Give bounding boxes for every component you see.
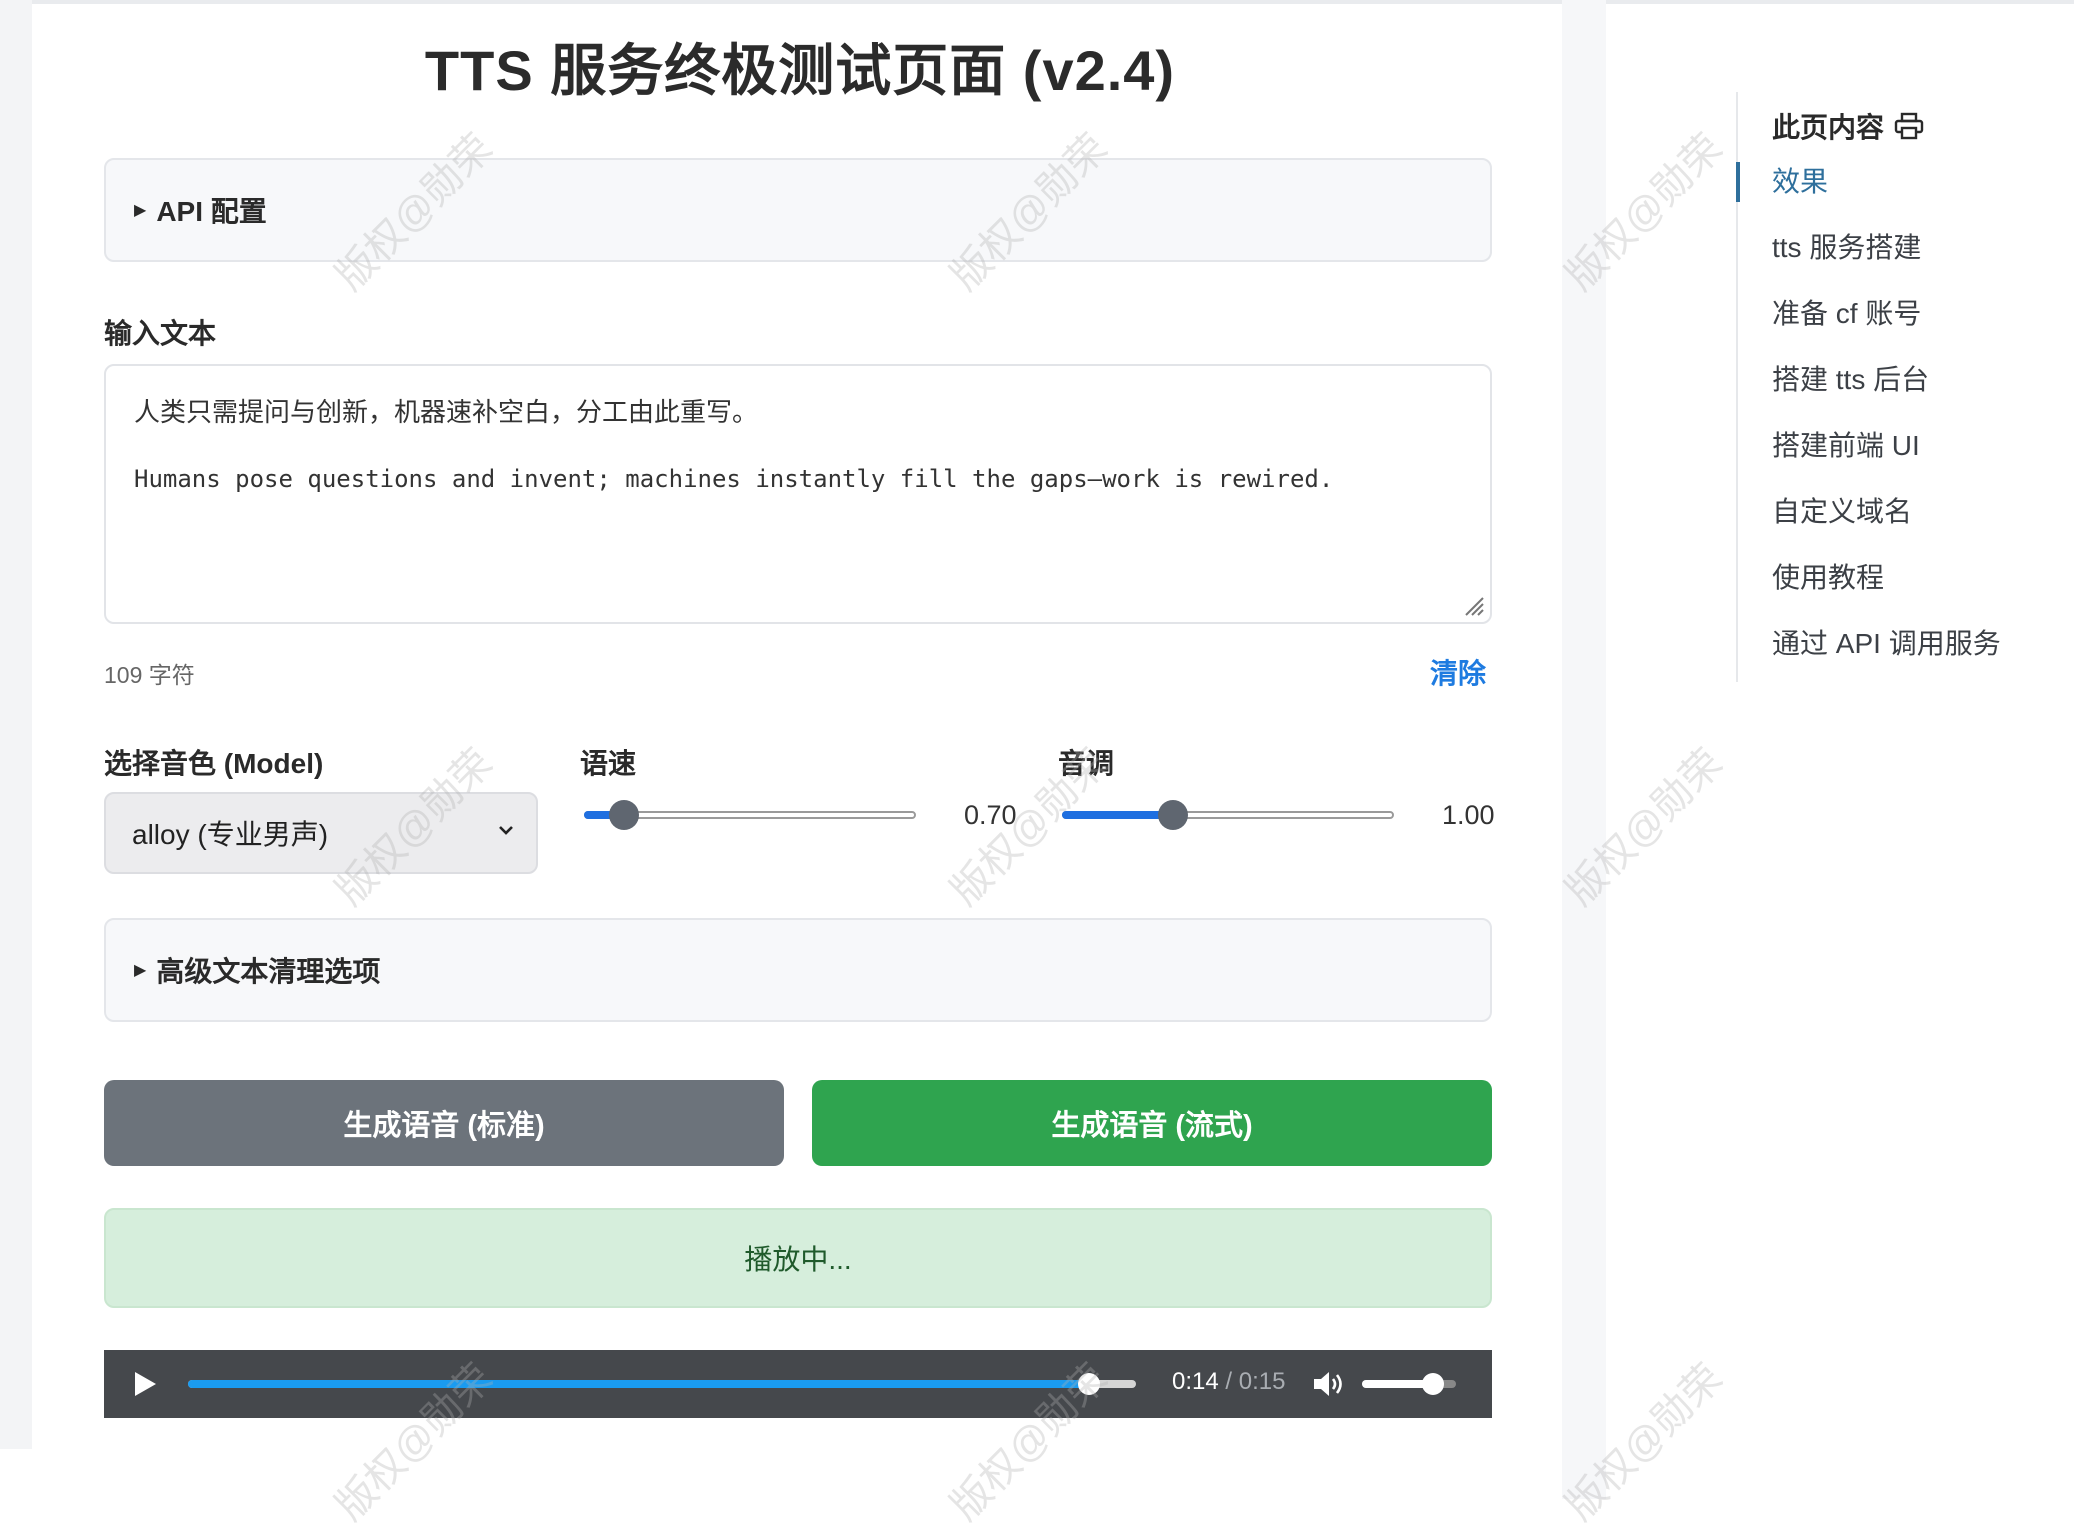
chevron-down-icon [499, 826, 513, 835]
advanced-options-label: 高级文本清理选项 [156, 956, 381, 987]
expand-triangle-icon: ▶ [134, 962, 147, 979]
audio-time-separator: / [1218, 1368, 1239, 1395]
pitch-label: 音调 [1058, 748, 1115, 779]
toc-item-tts-backend[interactable]: 搭建 tts 后台 [1738, 360, 2001, 426]
input-text-label: 输入文本 [104, 318, 217, 349]
audio-progress-bar[interactable] [188, 1373, 1136, 1395]
resize-handle-icon[interactable] [1462, 594, 1484, 616]
speed-value: 0.70 [964, 800, 1017, 830]
voice-select-value: alloy (专业男声) [132, 819, 329, 850]
clear-button[interactable]: 清除 [1430, 652, 1486, 692]
toc-item-label: 搭建 tts 后台 [1772, 364, 1930, 395]
voice-label: 选择音色 (Model) [104, 748, 324, 779]
expand-triangle-icon: ▶ [134, 202, 147, 219]
api-config-toggle[interactable]: ▶ API 配置 [104, 158, 1492, 262]
toc-title: 此页内容 [1772, 106, 1924, 146]
toc-title-text: 此页内容 [1772, 112, 1885, 143]
toc-item-tutorial[interactable]: 使用教程 [1738, 558, 2001, 624]
speed-slider[interactable] [584, 800, 916, 830]
audio-time: 0:14 / 0:15 [1172, 1368, 1285, 1396]
toc-item-label: 通过 API 调用服务 [1772, 628, 2001, 659]
toc-item-cf-account[interactable]: 准备 cf 账号 [1738, 294, 2001, 360]
volume-thumb[interactable] [1421, 1373, 1444, 1395]
play-icon[interactable] [132, 1370, 158, 1398]
toc-item-label: 搭建前端 UI [1772, 430, 1920, 461]
left-margin [0, 0, 32, 1449]
pitch-slider[interactable] [1062, 800, 1394, 830]
toc-item-label: 准备 cf 账号 [1772, 298, 1922, 329]
text-input[interactable]: 人类只需提问与创新，机器速补空白，分工由此重写。 Humans pose que… [104, 364, 1492, 624]
speed-slider-thumb[interactable] [608, 800, 639, 830]
toc-item-label: tts 服务搭建 [1772, 232, 1922, 263]
audio-progress-thumb[interactable] [1077, 1373, 1100, 1395]
print-icon[interactable] [1894, 112, 1924, 140]
pitch-slider-fill [1062, 811, 1173, 819]
table-of-contents: 此页内容 效果 tts 服务搭建 准备 cf 账号 搭建 tts 后台 搭建前端… [1736, 92, 2058, 682]
generate-stream-button[interactable]: 生成语音 (流式) [812, 1080, 1492, 1166]
generate-standard-button[interactable]: 生成语音 (标准) [104, 1080, 784, 1166]
audio-current-time: 0:14 [1172, 1368, 1219, 1395]
speed-label: 语速 [580, 748, 637, 779]
volume-icon[interactable] [1312, 1368, 1346, 1400]
page-title: TTS 服务终极测试页面 (v2.4) [424, 39, 1176, 102]
toc-item-api-usage[interactable]: 通过 API 调用服务 [1738, 624, 2001, 690]
api-config-label: API 配置 [156, 196, 267, 227]
toc-item-label: 自定义域名 [1772, 496, 1913, 527]
text-input-line-2: Humans pose questions and invent; machin… [134, 465, 1334, 493]
audio-player: 0:14 / 0:15 [104, 1350, 1492, 1418]
toc-item-custom-domain[interactable]: 自定义域名 [1738, 492, 2001, 558]
toc-item-effect[interactable]: 效果 [1736, 162, 2001, 228]
advanced-options-toggle[interactable]: ▶ 高级文本清理选项 [104, 918, 1492, 1022]
toc-item-label: 效果 [1772, 166, 1829, 197]
text-input-line-1: 人类只需提问与创新，机器速补空白，分工由此重写。 [134, 398, 759, 428]
toc-list: 效果 tts 服务搭建 准备 cf 账号 搭建 tts 后台 搭建前端 UI 自… [1736, 162, 2001, 690]
status-message: 播放中... [104, 1208, 1492, 1308]
pitch-slider-thumb[interactable] [1157, 800, 1188, 830]
audio-duration: 0:15 [1238, 1368, 1286, 1395]
pitch-value: 1.00 [1442, 800, 1495, 830]
toc-item-label: 使用教程 [1772, 562, 1885, 593]
voice-select[interactable]: alloy (专业男声) [104, 792, 538, 874]
volume-slider[interactable] [1362, 1373, 1456, 1395]
char-count: 109 字符 [104, 662, 195, 688]
audio-progress-fill [188, 1380, 1089, 1388]
toc-item-tts-setup[interactable]: tts 服务搭建 [1738, 228, 2001, 294]
toc-item-frontend-ui[interactable]: 搭建前端 UI [1738, 426, 2001, 492]
content-divider [1562, 0, 1606, 1499]
